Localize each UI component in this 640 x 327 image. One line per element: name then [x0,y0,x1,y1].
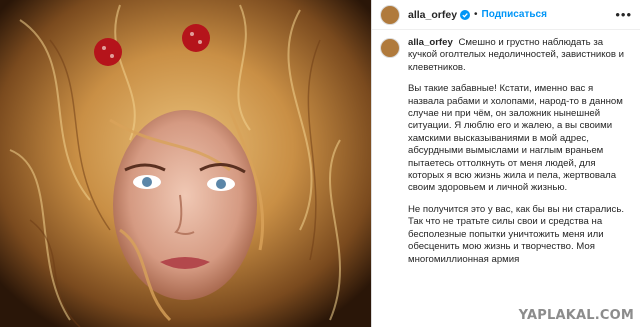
caption-area: alla_orfey Смешно и грустно наблюдать за… [372,30,640,275]
username-link[interactable]: alla_orfey [408,9,457,21]
post-photo[interactable] [0,0,371,327]
watermark: YAPLAKAL.COM [518,308,634,323]
caption-paragraph-2: Вы такие забавные! Кстати, именно вас я … [408,83,623,194]
portrait-image [0,0,371,327]
caption-comment: alla_orfey Смешно и грустно наблюдать за… [380,37,632,275]
caption-username-link[interactable]: alla_orfey [408,37,453,48]
post-header: alla_orfey • Подписаться ••• [372,0,640,30]
follow-button[interactable]: Подписаться [482,9,547,20]
caption-text: alla_orfey Смешно и грустно наблюдать за… [408,37,630,275]
caption-avatar[interactable] [380,38,400,58]
more-options-icon[interactable]: ••• [615,7,632,22]
instagram-post: alla_orfey • Подписаться ••• alla_orfey … [0,0,640,327]
post-sidebar: alla_orfey • Подписаться ••• alla_orfey … [371,0,640,327]
avatar[interactable] [380,4,400,25]
caption-paragraph-3: Не получится это у вас, как бы вы ни ста… [408,203,624,265]
separator-dot: • [474,9,478,20]
verified-badge-icon [460,9,471,20]
